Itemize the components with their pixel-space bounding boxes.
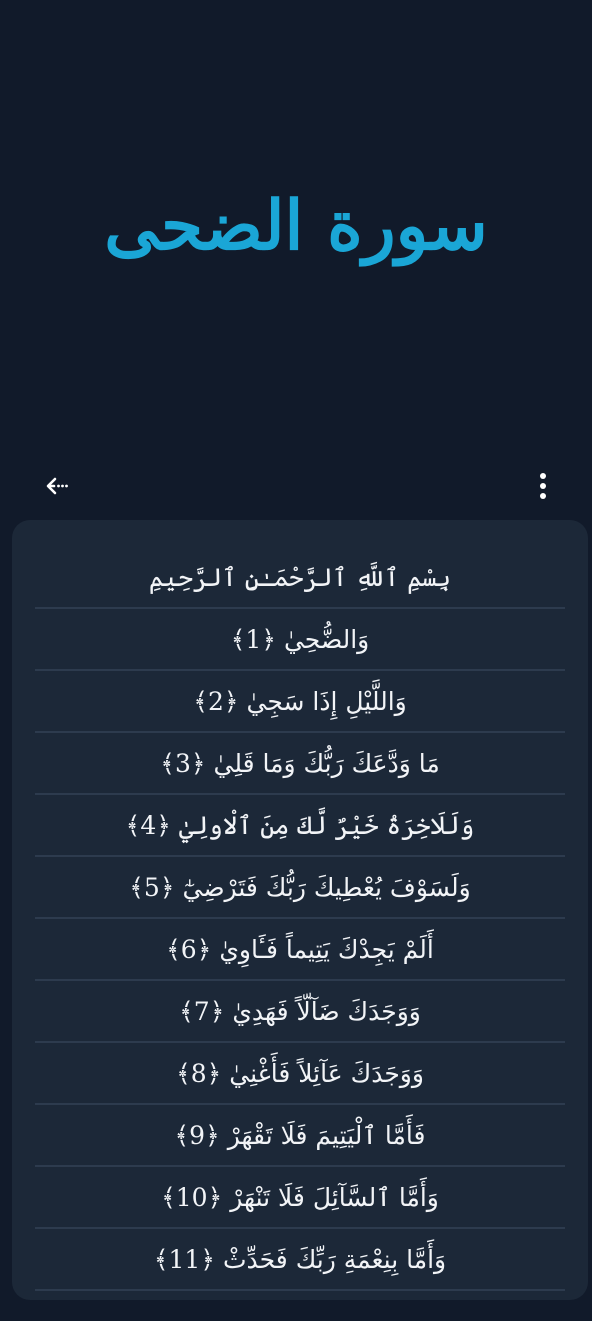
- more-options-button[interactable]: [528, 468, 558, 504]
- ayah-row: وَلَلَاخِرَةُ خَيْرٌ لَّكَ مِنَ ٱلْاولِي…: [35, 795, 565, 857]
- ayah-row: مَا وَدَّعَكَ رَبُّكَ وَمَا قَلِيٰ ﴿3﴾: [35, 733, 565, 795]
- back-arrow-icon: [46, 477, 68, 495]
- ayah-row: وَأَمَّا ٱلسَّآئِلَ فَلَا تَنْهَرْ ﴿10﴾: [35, 1167, 565, 1229]
- ayah-basmala: بِسْمِ ٱللَّهِ ٱلرَّحْمَـٰنِ ٱلرَّحِيمِ: [35, 547, 565, 609]
- ayah-row: وَلَسَوْفَ يُعْطِيكَ رَبُّكَ فَتَرْضِيٰٓ…: [35, 857, 565, 919]
- ayah-number: ﴿9﴾: [174, 1120, 220, 1150]
- ayah-text: مَا وَدَّعَكَ رَبُّكَ وَمَا قَلِيٰ: [213, 748, 440, 778]
- ayah-row: فَأَمَّا ٱلْيَتِيمَ فَلَا تَقْهَرْ ﴿9﴾: [35, 1105, 565, 1167]
- ayah-number: ﴿1﴾: [230, 624, 276, 654]
- ayah-number: ﴿11﴾: [153, 1244, 215, 1274]
- ayah-number: ﴿4﴾: [125, 810, 171, 840]
- ayah-text: أَلَمْ يَجِدْكَ يَتِيماً فَـَٔاوِيٰ: [219, 934, 434, 964]
- ayah-text: وَوَجَدَكَ عَآئِلاً فَأَغْنِيٰ: [229, 1058, 424, 1088]
- title-area: سورة الضحى: [0, 0, 592, 460]
- ayah-row: وَوَجَدَكَ ضَآلّاً فَهَدِيٰ ﴿7﴾: [35, 981, 565, 1043]
- ayah-text: وَأَمَّا ٱلسَّآئِلَ فَلَا تَنْهَرْ: [230, 1182, 439, 1212]
- ayah-text: وَوَجَدَكَ ضَآلّاً فَهَدِيٰ: [232, 996, 421, 1026]
- ayah-text: وَلَلَاخِرَةُ خَيْرٌ لَّكَ مِنَ ٱلْاولِي…: [178, 810, 475, 840]
- ayah-number: ﴿7﴾: [179, 996, 225, 1026]
- ayah-number: ﴿2﴾: [193, 686, 239, 716]
- ayah-list: بِسْمِ ٱللَّهِ ٱلرَّحْمَـٰنِ ٱلرَّحِيمِ …: [35, 547, 565, 1291]
- ayah-card: بِسْمِ ٱللَّهِ ٱلرَّحْمَـٰنِ ٱلرَّحِيمِ …: [12, 520, 588, 1300]
- ayah-row: أَلَمْ يَجِدْكَ يَتِيماً فَـَٔاوِيٰ ﴿6﴾: [35, 919, 565, 981]
- ayah-row: وَاللَّيْلِ إِذَا سَجِيٰ ﴿2﴾: [35, 671, 565, 733]
- ayah-number: ﴿6﴾: [166, 934, 212, 964]
- back-button[interactable]: [40, 470, 76, 502]
- ayah-text: فَأَمَّا ٱلْيَتِيمَ فَلَا تَقْهَرْ: [227, 1120, 426, 1150]
- ayah-text: وَاللَّيْلِ إِذَا سَجِيٰ: [246, 686, 407, 716]
- ayah-number: ﴿5﴾: [129, 872, 175, 902]
- ayah-number: ﴿8﴾: [176, 1058, 222, 1088]
- ayah-number: ﴿10﴾: [161, 1182, 223, 1212]
- ayah-row: وَوَجَدَكَ عَآئِلاً فَأَغْنِيٰ ﴿8﴾: [35, 1043, 565, 1105]
- ayah-row: وَالضُّحِيٰ ﴿1﴾: [35, 609, 565, 671]
- surah-title: سورة الضحى: [104, 186, 488, 266]
- more-vertical-icon: [540, 473, 546, 499]
- toolbar: [0, 464, 592, 508]
- ayah-text: وَأَمَّا بِنِعْمَةِ رَبِّكَ فَحَدِّثْ: [223, 1244, 447, 1274]
- ayah-text: وَلَسَوْفَ يُعْطِيكَ رَبُّكَ فَتَرْضِيٰٓ: [182, 872, 471, 902]
- ayah-row: وَأَمَّا بِنِعْمَةِ رَبِّكَ فَحَدِّثْ ﴿1…: [35, 1229, 565, 1291]
- ayah-text: وَالضُّحِيٰ: [283, 624, 370, 654]
- ayah-text: بِسْمِ ٱللَّهِ ٱلرَّحْمَـٰنِ ٱلرَّحِيمِ: [148, 562, 452, 592]
- ayah-number: ﴿3﴾: [160, 748, 206, 778]
